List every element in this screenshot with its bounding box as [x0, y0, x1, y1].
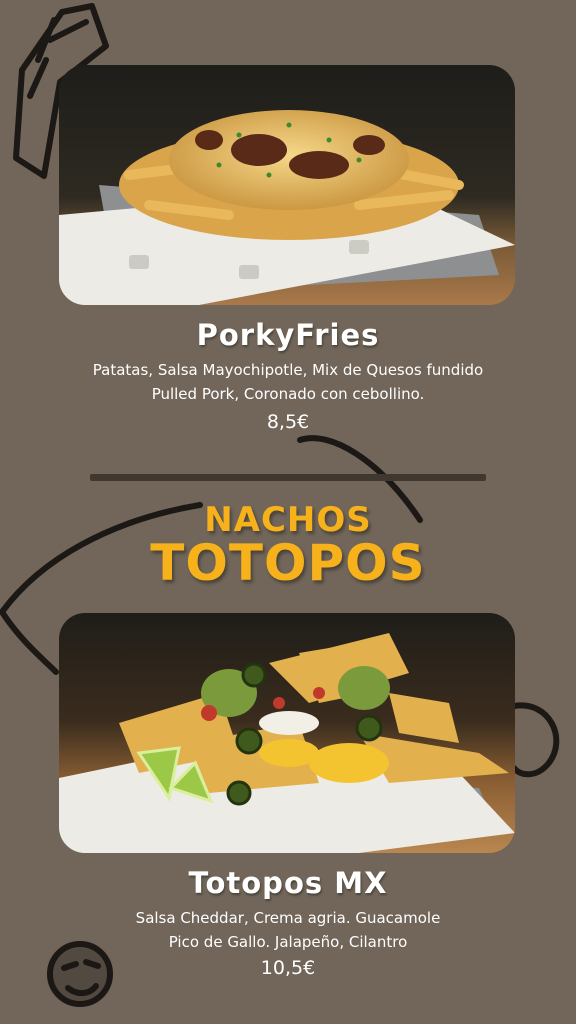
- item-description-line: Salsa Cheddar, Crema agria. Guacamole: [135, 909, 441, 927]
- item-name: PorkyFries: [196, 318, 380, 352]
- right-loop-doodle: [511, 702, 560, 778]
- item-description-line: Pulled Pork, Coronado con cebollino.: [151, 385, 425, 403]
- section-title: TOTOPOS: [150, 534, 426, 592]
- item-description-line: Patatas, Salsa Mayochipotle, Mix de Ques…: [92, 361, 484, 379]
- loaded-fries-photo: [59, 65, 515, 305]
- item-description: Salsa Cheddar, Crema agria. Guacamole Pi…: [0, 906, 576, 954]
- section-divider: [90, 474, 486, 481]
- item-description: Patatas, Salsa Mayochipotle, Mix de Ques…: [0, 358, 576, 406]
- item-description-line: Pico de Gallo. Jalapeño, Cilantro: [168, 933, 408, 951]
- item-name: Totopos MX: [188, 866, 388, 900]
- nachos-photo: [59, 613, 515, 853]
- item-price: 10,5€: [260, 957, 316, 979]
- item-price: 8,5€: [266, 411, 310, 433]
